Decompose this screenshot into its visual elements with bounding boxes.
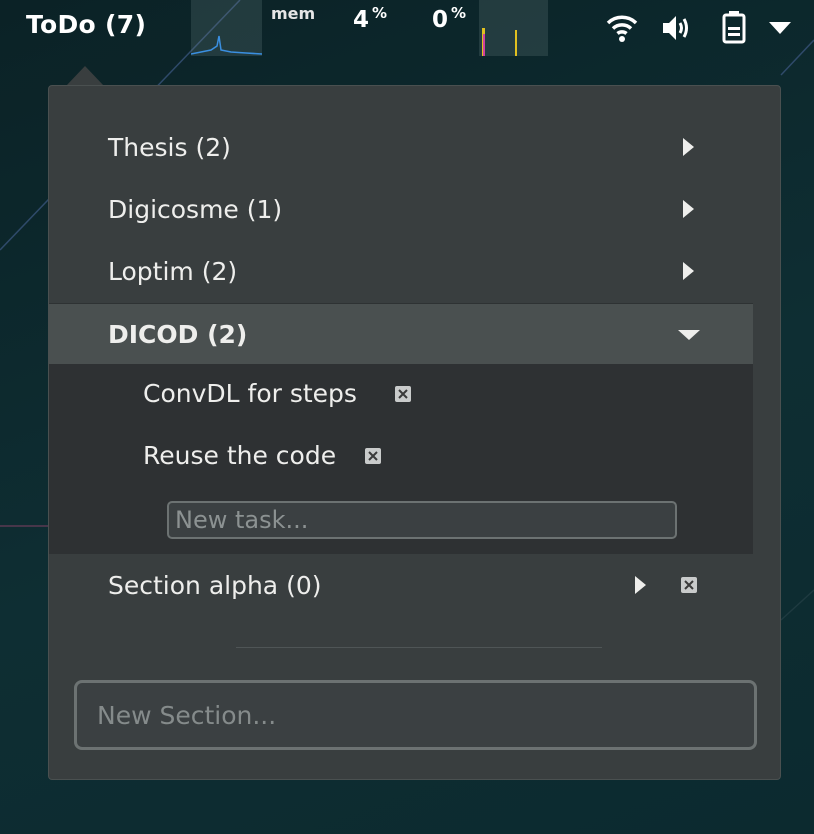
wifi-icon[interactable]	[606, 14, 638, 42]
memory-percent: 4%	[353, 4, 387, 33]
section-item-loptim[interactable]: Loptim (2)	[49, 240, 753, 302]
battery-icon[interactable]	[721, 10, 747, 44]
section-label: DICOD (2)	[108, 319, 248, 349]
delete-task-button[interactable]	[395, 386, 411, 402]
cpu-value: 0	[432, 7, 449, 33]
volume-icon[interactable]	[661, 13, 693, 43]
new-section-input[interactable]	[74, 680, 757, 750]
delete-task-button[interactable]	[365, 448, 381, 464]
section-label: Loptim (2)	[108, 256, 238, 286]
section-item-dicod[interactable]: DICOD (2)	[49, 303, 753, 364]
close-icon	[398, 389, 408, 399]
memory-value: 4	[353, 7, 370, 33]
expand-arrow-icon[interactable]	[683, 262, 694, 280]
task-item[interactable]: ConvDL for steps	[143, 379, 357, 408]
todo-popup-menu: Thesis (2) Digicosme (1) Loptim (2) DICO…	[48, 85, 781, 780]
collapse-arrow-icon[interactable]	[678, 330, 700, 340]
new-task-input[interactable]	[167, 501, 677, 539]
section-label: Digicosme (1)	[108, 194, 283, 224]
delete-section-button[interactable]	[681, 577, 697, 593]
task-label: ConvDL for steps	[143, 379, 357, 408]
cpu-graph	[479, 0, 548, 56]
section-item-digicosme[interactable]: Digicosme (1)	[49, 178, 753, 240]
menu-separator	[236, 647, 602, 648]
section-item-alpha[interactable]: Section alpha (0)	[49, 554, 753, 616]
cpu-percent-sign: %	[451, 4, 467, 22]
close-icon	[684, 580, 694, 590]
memory-label: mem	[271, 4, 316, 23]
todo-indicator-button[interactable]: ToDo (7)	[26, 10, 146, 39]
memory-graph	[191, 0, 262, 56]
cpu-percent: 0%	[432, 4, 466, 33]
memory-percent-sign: %	[372, 4, 388, 22]
section-item-thesis[interactable]: Thesis (2)	[49, 116, 753, 178]
task-item[interactable]: Reuse the code	[143, 441, 336, 470]
popup-pointer	[66, 66, 104, 86]
expand-arrow-icon[interactable]	[635, 576, 646, 594]
top-panel: ToDo (7) mem 4% 0%	[0, 0, 814, 56]
section-label: Section alpha (0)	[108, 570, 322, 600]
expand-arrow-icon[interactable]	[683, 200, 694, 218]
task-label: Reuse the code	[143, 441, 337, 470]
expand-arrow-icon[interactable]	[683, 138, 694, 156]
close-icon	[368, 451, 378, 461]
caret-down-icon[interactable]	[768, 20, 792, 36]
section-label: Thesis (2)	[108, 132, 231, 162]
